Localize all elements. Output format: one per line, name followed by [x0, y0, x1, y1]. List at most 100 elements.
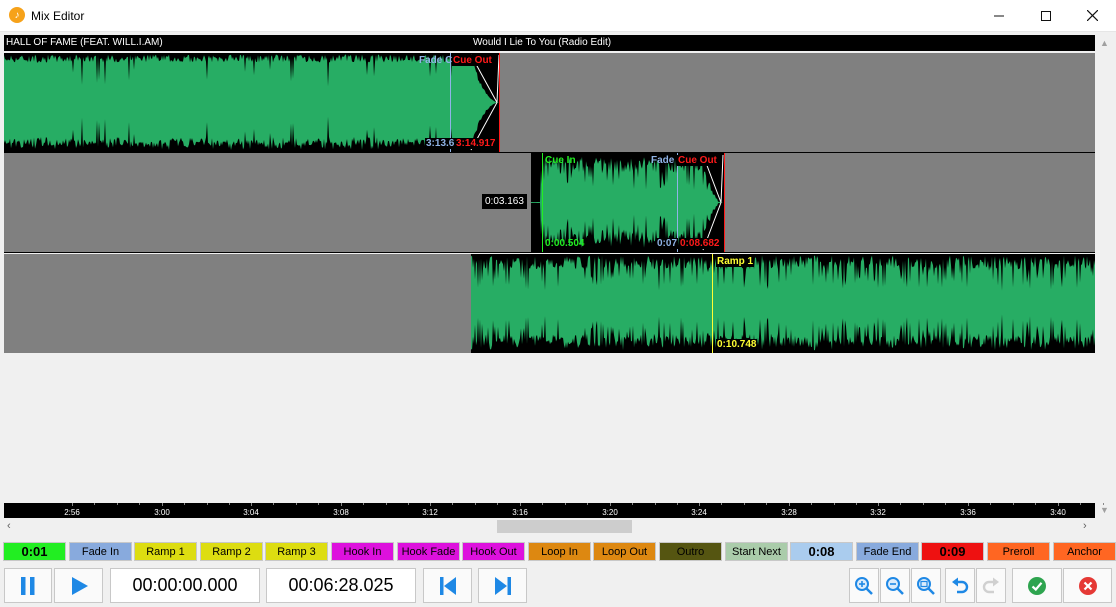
minimize-icon	[994, 15, 1004, 16]
play-button[interactable]	[54, 568, 103, 603]
play-icon	[71, 576, 88, 595]
marker-loop-in[interactable]: Loop In	[528, 542, 591, 561]
track-lane-2[interactable]: Cue In Fade Cue Out 0:00.504 0:07 0:08.6…	[4, 153, 1095, 252]
cue-out-marker-label: Cue Out	[452, 55, 493, 66]
cue-out-marker-line[interactable]	[724, 153, 725, 252]
timeline-minor-tick	[856, 503, 857, 505]
skip-to-start-button[interactable]	[423, 568, 472, 603]
scroll-right-icon[interactable]: ›	[1083, 520, 1087, 532]
duration-time-display: 00:06:28.025	[266, 568, 416, 603]
timeline-minor-tick	[744, 503, 745, 505]
zoom-in-button[interactable]	[849, 568, 879, 603]
timeline-tick-label: 3:00	[154, 508, 170, 517]
timeline-tick	[789, 503, 790, 506]
timeline-minor-tick	[766, 503, 767, 505]
timeline-minor-tick	[834, 503, 835, 505]
timeline-tick	[968, 503, 969, 506]
timeline-ruler[interactable]: 2:56 3:00 3:04 3:08 3:12 3:16 3:20 3:24 3:28 3:32…	[4, 503, 1104, 518]
timeline-tick	[430, 503, 431, 506]
track-1-clip[interactable]: Fade C Cue Out 3:13.6 3:14.917	[4, 53, 500, 152]
fade-time-label: 0:07	[656, 238, 679, 249]
cancel-button[interactable]	[1063, 568, 1112, 603]
marker-ramp-1[interactable]: Ramp 1	[134, 542, 197, 561]
marker-loop-out[interactable]: Loop Out	[593, 542, 656, 561]
zoom-out-icon	[886, 576, 904, 595]
fade-marker-label: Fade C	[419, 55, 453, 66]
minimize-button[interactable]	[976, 0, 1022, 31]
timeline-tick	[699, 503, 700, 506]
timeline-minor-tick	[900, 503, 901, 505]
timeline-minor-tick	[721, 503, 722, 505]
ramp-marker-line[interactable]	[712, 254, 713, 353]
marker-outro[interactable]: Outro	[659, 542, 722, 561]
marker-ramp-2[interactable]: Ramp 2	[200, 542, 263, 561]
track-lane-3[interactable]: Ramp 1 0:10.748	[4, 254, 1095, 353]
close-button[interactable]	[1069, 0, 1115, 31]
timeline-minor-tick	[1013, 503, 1014, 505]
horizontal-scrollbar[interactable]: ‹ ›	[4, 519, 1095, 534]
app-logo-icon: ♪	[9, 7, 25, 23]
cue-in-marker-line[interactable]	[542, 153, 543, 252]
cue-out-marker-line[interactable]	[499, 53, 500, 152]
marker-ramp-3[interactable]: Ramp 3	[265, 542, 328, 561]
timeline-minor-tick	[1035, 503, 1036, 505]
track-2-clip[interactable]: Cue In Fade Cue Out 0:00.504 0:07 0:08.6…	[531, 153, 725, 252]
ok-button[interactable]	[1012, 568, 1062, 603]
marker-preroll[interactable]: Preroll	[987, 542, 1050, 561]
timeline-minor-tick	[408, 503, 409, 505]
fade-time-label: 3:13.6	[425, 138, 456, 149]
timeline-minor-tick	[229, 503, 230, 505]
timeline-tick-label: 3:36	[960, 508, 976, 517]
scroll-thumb[interactable]	[497, 520, 632, 533]
scroll-down-icon[interactable]: ▼	[1100, 505, 1109, 515]
zoom-in-icon	[855, 576, 873, 595]
waveform-shape	[531, 156, 725, 248]
timeline-tick-label: 3:12	[422, 508, 438, 517]
timeline-minor-tick	[475, 503, 476, 505]
timeline-minor-tick	[1080, 503, 1081, 505]
track-lane-1[interactable]: Fade C Cue Out 3:13.6 3:14.917	[4, 53, 1095, 152]
timeline-minor-tick	[296, 503, 297, 505]
marker-anchor[interactable]: Anchor	[1053, 542, 1116, 561]
undo-button[interactable]	[945, 568, 975, 603]
timeline-minor-tick	[184, 503, 185, 505]
redo-button[interactable]	[976, 568, 1006, 603]
zoom-out-button[interactable]	[880, 568, 910, 603]
cue-in-time-label: 0:00.504	[545, 238, 585, 249]
marker-fade-in[interactable]: Fade In	[69, 542, 132, 561]
marker-cue-out-time[interactable]: 0:09	[921, 542, 984, 561]
marker-hook-in[interactable]: Hook In	[331, 542, 394, 561]
timeline-minor-tick	[207, 503, 208, 505]
marker-fade-end-time[interactable]: 0:08	[790, 542, 853, 561]
timeline-tick	[520, 503, 521, 506]
cue-out-time-label: 0:08.682	[679, 238, 721, 249]
redo-icon	[982, 577, 999, 593]
marker-start-next[interactable]: Start Next	[725, 542, 788, 561]
marker-cue-in-time[interactable]: 0:01	[3, 542, 66, 561]
timeline-minor-tick	[94, 503, 95, 505]
position-time-display: 00:00:00.000	[110, 568, 260, 603]
maximize-icon	[1041, 10, 1051, 21]
cancel-icon	[1078, 576, 1097, 595]
scroll-up-icon[interactable]: ▲	[1100, 38, 1109, 48]
timeline-minor-tick	[655, 503, 656, 505]
maximize-button[interactable]	[1023, 0, 1069, 31]
marker-hook-fade[interactable]: Hook Fade	[397, 542, 460, 561]
marker-hook-out[interactable]: Hook Out	[462, 542, 525, 561]
timeline-minor-tick	[945, 503, 946, 505]
vertical-scrollbar[interactable]: ▲ ▼	[1096, 35, 1114, 519]
skip-to-end-button[interactable]	[478, 568, 527, 603]
scroll-left-icon[interactable]: ‹	[7, 520, 11, 532]
timeline-tick-label: 3:04	[243, 508, 259, 517]
undo-icon	[952, 577, 969, 593]
track-3-clip[interactable]: Ramp 1 0:10.748	[471, 254, 1095, 353]
zoom-fit-button[interactable]	[911, 568, 941, 603]
cue-out-marker-label: Cue Out	[677, 155, 718, 166]
marker-fade-end[interactable]: Fade End	[856, 542, 919, 561]
timeline-tick-label: 3:08	[333, 508, 349, 517]
pause-button[interactable]	[4, 568, 52, 603]
waveform-shape	[471, 255, 1095, 351]
cue-out-time-label: 3:14.917	[455, 138, 497, 149]
window-title: Mix Editor	[31, 9, 85, 23]
pause-icon	[21, 576, 35, 595]
